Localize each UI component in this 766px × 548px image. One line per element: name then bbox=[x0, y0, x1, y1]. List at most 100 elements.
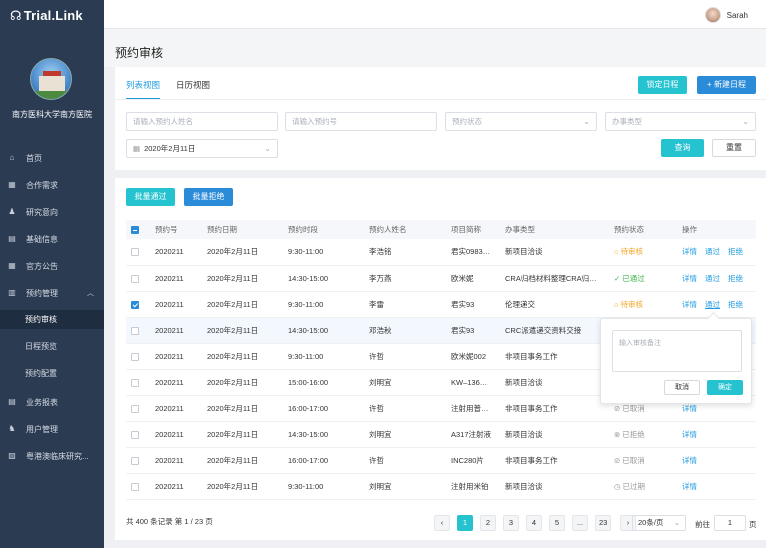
popup-cancel-button[interactable]: 取消 bbox=[664, 380, 700, 395]
detail-link[interactable]: 详情 bbox=[682, 404, 697, 413]
review-note-popover: 输入审核备注 取消 确定 bbox=[600, 318, 752, 404]
cell-appointment-id: 2020211 bbox=[155, 239, 207, 266]
row-checkbox[interactable] bbox=[131, 326, 139, 335]
row-checkbox[interactable] bbox=[131, 482, 139, 491]
cell-business-type: CRC派遣递交资料交接 bbox=[505, 317, 614, 344]
page-size-select[interactable]: 20条/页 ⌄ bbox=[632, 515, 686, 531]
detail-link[interactable]: 详情 bbox=[682, 300, 697, 309]
status-icon: ⊘ bbox=[614, 455, 621, 465]
sidebar-item[interactable]: ▦ 官方公告 bbox=[0, 256, 104, 276]
col-header: 预约日期 bbox=[207, 220, 288, 239]
row-checkbox[interactable] bbox=[131, 274, 139, 283]
reset-button[interactable]: 重置 bbox=[712, 139, 756, 157]
tab-calendar-view[interactable]: 日历视图 bbox=[176, 79, 210, 100]
row-select-cell bbox=[126, 447, 155, 474]
users-icon: ♞ bbox=[8, 424, 16, 433]
pass-link[interactable]: 通过 bbox=[705, 247, 720, 256]
status-icon: ✓ bbox=[614, 273, 621, 283]
pass-link[interactable]: 通过 bbox=[705, 300, 720, 309]
table-row[interactable]: 2020211 2020年2月11日 9:30-11:00 刘明宜 注射用米铂 新项目洽谈… bbox=[126, 473, 756, 500]
row-checkbox[interactable] bbox=[131, 430, 139, 439]
sidebar-item[interactable]: ▥ 预约管理 ︿ bbox=[0, 283, 104, 303]
page-button[interactable]: 5 bbox=[549, 515, 565, 531]
sidebar-item[interactable]: 预约配置 bbox=[0, 364, 104, 383]
applicant-name-input[interactable]: 请输入预约人姓名 bbox=[126, 112, 278, 131]
col-header: 项目简称 bbox=[451, 220, 505, 239]
appointment-id-input[interactable]: 请输入预约号 bbox=[285, 112, 437, 131]
sidebar-item-label: 粤港澳临床研究... bbox=[26, 451, 89, 461]
sidebar-item[interactable]: 预约审核 bbox=[0, 310, 104, 329]
page-button[interactable]: 2 bbox=[480, 515, 496, 531]
detail-link[interactable]: 详情 bbox=[682, 482, 697, 491]
row-checkbox[interactable] bbox=[131, 404, 139, 413]
status-select[interactable]: 预约状态 ⌄ bbox=[445, 112, 597, 131]
table-row[interactable]: 2020211 2020年2月11日 9:30-11:00 李雷 君实93 伦理递交 ⌂ 待审… bbox=[126, 291, 756, 318]
page-suffix: 页 bbox=[749, 520, 757, 529]
sidebar-item[interactable]: ♟ 研究意向 bbox=[0, 202, 104, 222]
table-row[interactable]: 2020211 2020年2月11日 14:30-15:00 李万燕 欧米妮 CRA归档材… bbox=[126, 265, 756, 292]
status-badge: ✓ 已通过 bbox=[614, 274, 645, 283]
row-checkbox[interactable] bbox=[131, 352, 139, 361]
type-select[interactable]: 办事类型 ⌄ bbox=[605, 112, 756, 131]
reject-link[interactable]: 拒绝 bbox=[728, 274, 743, 283]
sidebar-item[interactable]: ▨ 粤港澳临床研究... bbox=[0, 446, 104, 466]
cell-business-type: CRA归档材料整理CRA归… bbox=[505, 265, 614, 292]
row-checkbox[interactable] bbox=[131, 378, 139, 387]
table-row[interactable]: 2020211 2020年2月11日 14:30-15:00 刘明宜 A317注射液 新项… bbox=[126, 421, 756, 448]
detail-link[interactable]: 详情 bbox=[682, 274, 697, 283]
app-logo[interactable]: ☊ Trial.Link bbox=[10, 8, 83, 24]
reject-link[interactable]: 拒绝 bbox=[728, 300, 743, 309]
tab-list-view[interactable]: 列表视图 bbox=[126, 79, 161, 100]
sidebar-item[interactable]: 日程预览 bbox=[0, 337, 104, 356]
cell-applicant-name: 许哲 bbox=[369, 447, 451, 474]
status-text: 待审核 bbox=[620, 247, 644, 257]
sidebar-item-label: 预约管理 bbox=[26, 288, 58, 298]
sidebar-item[interactable]: ▦ 合作需求 bbox=[0, 175, 104, 195]
sidebar-item[interactable]: ▤ 业务报表 bbox=[0, 392, 104, 412]
prev-page-button[interactable]: ‹ bbox=[434, 515, 450, 531]
review-note-textarea[interactable]: 输入审核备注 bbox=[612, 330, 742, 372]
cell-time-slot: 14:30-15:00 bbox=[288, 265, 369, 292]
reject-link[interactable]: 拒绝 bbox=[728, 247, 743, 256]
pass-link[interactable]: 通过 bbox=[705, 274, 720, 283]
user-menu[interactable]: Sarah bbox=[704, 7, 748, 23]
cell-business-type: 新项目洽谈 bbox=[505, 239, 614, 266]
select-all-checkbox[interactable] bbox=[131, 226, 139, 234]
cell-appointment-id: 2020211 bbox=[155, 291, 207, 318]
batch-pass-button[interactable]: 批量通过 bbox=[126, 188, 175, 206]
cell-date: 2020年2月11日 bbox=[207, 395, 288, 422]
row-checkbox[interactable] bbox=[131, 300, 139, 309]
popup-confirm-button[interactable]: 确定 bbox=[707, 380, 743, 395]
goto-page-input[interactable]: 1 bbox=[714, 515, 746, 531]
row-checkbox[interactable] bbox=[131, 456, 139, 465]
tab-divider bbox=[115, 99, 766, 100]
sidebar-item[interactable]: ⌂ 首页 bbox=[0, 148, 104, 168]
query-button[interactable]: 查询 bbox=[661, 139, 704, 157]
row-checkbox[interactable] bbox=[131, 248, 139, 257]
page-button[interactable]: ... bbox=[572, 515, 588, 531]
page-button[interactable]: 23 bbox=[595, 515, 612, 531]
cell-business-type: 新项目洽谈 bbox=[505, 369, 614, 396]
cell-actions: 详情 bbox=[682, 421, 756, 448]
status-badge: ◷ 已过期 bbox=[614, 482, 645, 491]
lock-schedule-button[interactable]: 锁定日程 bbox=[638, 76, 687, 94]
chevron-down-icon: ⌄ bbox=[742, 117, 749, 126]
cell-business-type: 新项目洽谈 bbox=[505, 473, 614, 500]
new-schedule-button[interactable]: + 新建日程 bbox=[697, 76, 756, 94]
detail-link[interactable]: 详情 bbox=[682, 456, 697, 465]
page-button[interactable]: 1 bbox=[457, 515, 473, 531]
batch-reject-button[interactable]: 批量拒绝 bbox=[184, 188, 233, 206]
table-row[interactable]: 2020211 2020年2月11日 9:30-11:00 李浩铭 君实0983… 新项目… bbox=[126, 239, 756, 266]
cell-business-type: 非项目事务工作 bbox=[505, 395, 614, 422]
date-picker[interactable]: ▦ 2020年2月11日 ⌄ bbox=[126, 139, 278, 158]
cell-date: 2020年2月11日 bbox=[207, 447, 288, 474]
sidebar-item[interactable]: ♞ 用户管理 bbox=[0, 419, 104, 439]
detail-link[interactable]: 详情 bbox=[682, 430, 697, 439]
detail-link[interactable]: 详情 bbox=[682, 247, 697, 256]
sidebar-item-label: 基础信息 bbox=[26, 234, 58, 244]
sidebar-item[interactable]: ▤ 基础信息 bbox=[0, 229, 104, 249]
page-button[interactable]: 4 bbox=[526, 515, 542, 531]
avatar[interactable] bbox=[704, 7, 721, 23]
table-row[interactable]: 2020211 2020年2月11日 16:00-17:00 许哲 INC280片 非项目… bbox=[126, 447, 756, 474]
page-button[interactable]: 3 bbox=[503, 515, 519, 531]
